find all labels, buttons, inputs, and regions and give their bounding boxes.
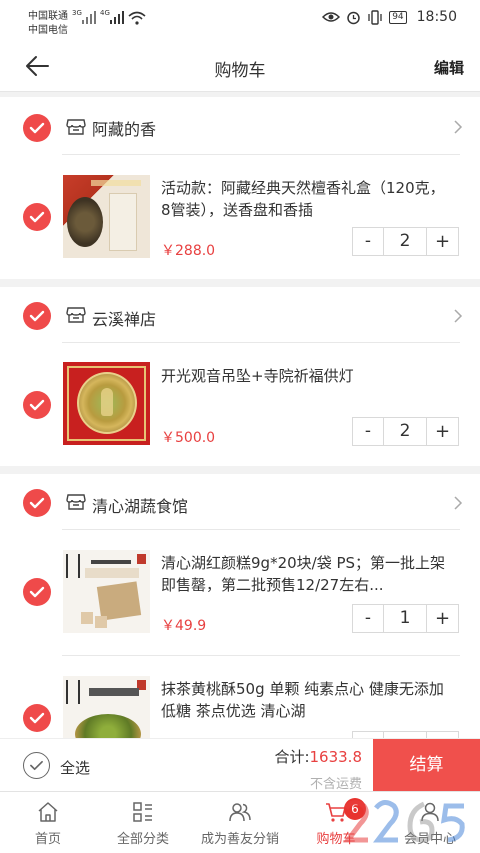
shop-name: 阿藏的香 xyxy=(92,120,157,139)
shop-name: 云溪禅店 xyxy=(92,310,157,329)
tab-label: 成为善友分销 xyxy=(200,832,279,847)
status-bar: 中国联通 中国电信 3G 4G 94 18:50 xyxy=(0,0,480,40)
total-label: 合计: xyxy=(274,748,310,766)
wifi-icon xyxy=(128,11,146,25)
quantity-value[interactable]: 2 xyxy=(384,228,427,255)
chevron-right-icon[interactable] xyxy=(453,308,463,324)
battery-indicator: 94 xyxy=(389,10,407,24)
home-icon xyxy=(38,802,58,822)
product-title[interactable]: 清心湖红颜糕9g*20块/袋 PS；第一批上架即售罄，第二批预售12/27左右.… xyxy=(161,552,456,596)
product-title[interactable]: 开光观音吊坠+寺院祈福供灯 xyxy=(161,365,451,387)
increase-button[interactable]: + xyxy=(427,228,458,255)
category-icon xyxy=(133,802,152,822)
shop-section: 清心湖蔬食馆 清心湖红颜糕9g*20块/袋 PS；第一批上架即售罄，第二批预售1… xyxy=(0,474,480,738)
network-type-2: 4G xyxy=(100,9,110,17)
chevron-right-icon[interactable] xyxy=(453,119,463,135)
tab-distribution[interactable]: 成为善友分销 xyxy=(190,792,290,853)
signal-icon xyxy=(82,10,96,24)
select-all-checkbox[interactable] xyxy=(23,752,50,779)
shop-header[interactable]: 云溪禅店 xyxy=(0,287,480,347)
store-icon xyxy=(66,119,86,135)
item-checkbox[interactable] xyxy=(23,203,51,231)
quantity-stepper: - + xyxy=(352,731,459,738)
shop-header[interactable]: 阿藏的香 xyxy=(0,97,480,157)
store-icon xyxy=(66,307,86,323)
select-all-label[interactable]: 全选 xyxy=(60,757,90,778)
item-checkbox[interactable] xyxy=(23,578,51,606)
divider xyxy=(62,529,460,530)
shop-section: 云溪禅店 开光观音吊坠+寺院祈福供灯 ￥500.0 - 2 + xyxy=(0,287,480,466)
edit-button[interactable]: 编辑 xyxy=(434,57,464,78)
network-type-1: 3G xyxy=(72,9,82,17)
tab-categories[interactable]: 全部分类 xyxy=(105,792,181,853)
quantity-stepper: - 2 + xyxy=(352,417,459,446)
chevron-right-icon[interactable] xyxy=(453,495,463,511)
product-price: ￥500.0 xyxy=(161,430,216,446)
product-price: ￥288.0 xyxy=(161,243,216,259)
shop-checkbox[interactable] xyxy=(23,114,51,142)
product-image[interactable] xyxy=(63,362,150,445)
product-image[interactable] xyxy=(63,676,150,738)
shop-checkbox[interactable] xyxy=(23,489,51,517)
product-image[interactable] xyxy=(63,175,150,258)
divider xyxy=(62,655,460,656)
carrier-1: 中国联通 xyxy=(28,11,68,22)
shop-checkbox[interactable] xyxy=(23,302,51,330)
tab-label: 全部分类 xyxy=(116,832,169,847)
increase-button[interactable]: + xyxy=(427,605,458,632)
product-image[interactable] xyxy=(63,550,150,633)
store-icon xyxy=(66,494,86,510)
checkout-bar: 全选 合计:1633.8 不含运费 结算 xyxy=(0,738,480,792)
nav-bar: 购物车 编辑 xyxy=(0,40,480,92)
total-amount: 合计:1633.8 xyxy=(274,746,362,767)
checkout-button[interactable]: 结算 xyxy=(373,739,480,792)
total-value: 1633.8 xyxy=(309,748,363,766)
quantity-value[interactable]: 1 xyxy=(384,605,427,632)
product-title[interactable]: 抹茶黄桃酥50g 单颗 纯素点心 健康无添加 低糖 茶点优选 清心湖 xyxy=(161,678,456,722)
clock: 18:50 xyxy=(416,9,457,25)
page-title: 购物车 xyxy=(214,61,266,81)
product-title[interactable]: 活动款：阿藏经典天然檀香礼盒（120克，8管装），送香盘和香插 xyxy=(161,177,451,221)
item-checkbox[interactable] xyxy=(23,704,51,732)
tab-home[interactable]: 首页 xyxy=(10,792,86,853)
increase-button[interactable]: + xyxy=(427,418,458,445)
carrier-2: 中国电信 xyxy=(28,25,68,36)
product-price: ￥49.9 xyxy=(161,618,207,634)
decrease-button[interactable]: - xyxy=(353,228,384,255)
item-checkbox[interactable] xyxy=(23,391,51,419)
quantity-stepper: - 2 + xyxy=(352,227,459,256)
signal-icon-2 xyxy=(110,10,124,24)
eye-icon xyxy=(322,12,341,22)
quantity-value[interactable]: 2 xyxy=(384,418,427,445)
divider xyxy=(62,342,460,343)
decrease-button[interactable]: - xyxy=(353,418,384,445)
alarm-icon xyxy=(347,11,360,24)
decrease-button[interactable]: - xyxy=(353,605,384,632)
shipping-note: 不含运费 xyxy=(309,777,362,792)
vibrate-icon xyxy=(368,9,382,25)
shop-name: 清心湖蔬食馆 xyxy=(92,497,189,516)
shop-header[interactable]: 清心湖蔬食馆 xyxy=(0,474,480,534)
tab-label: 首页 xyxy=(34,832,61,847)
quantity-stepper: - 1 + xyxy=(352,604,459,633)
shop-section: 阿藏的香 活动款：阿藏经典天然檀香礼盒（120克，8管装），送香盘和香插 ￥28… xyxy=(0,97,480,279)
divider xyxy=(62,154,460,155)
users-icon xyxy=(229,803,251,822)
watermark-logo xyxy=(343,800,465,843)
